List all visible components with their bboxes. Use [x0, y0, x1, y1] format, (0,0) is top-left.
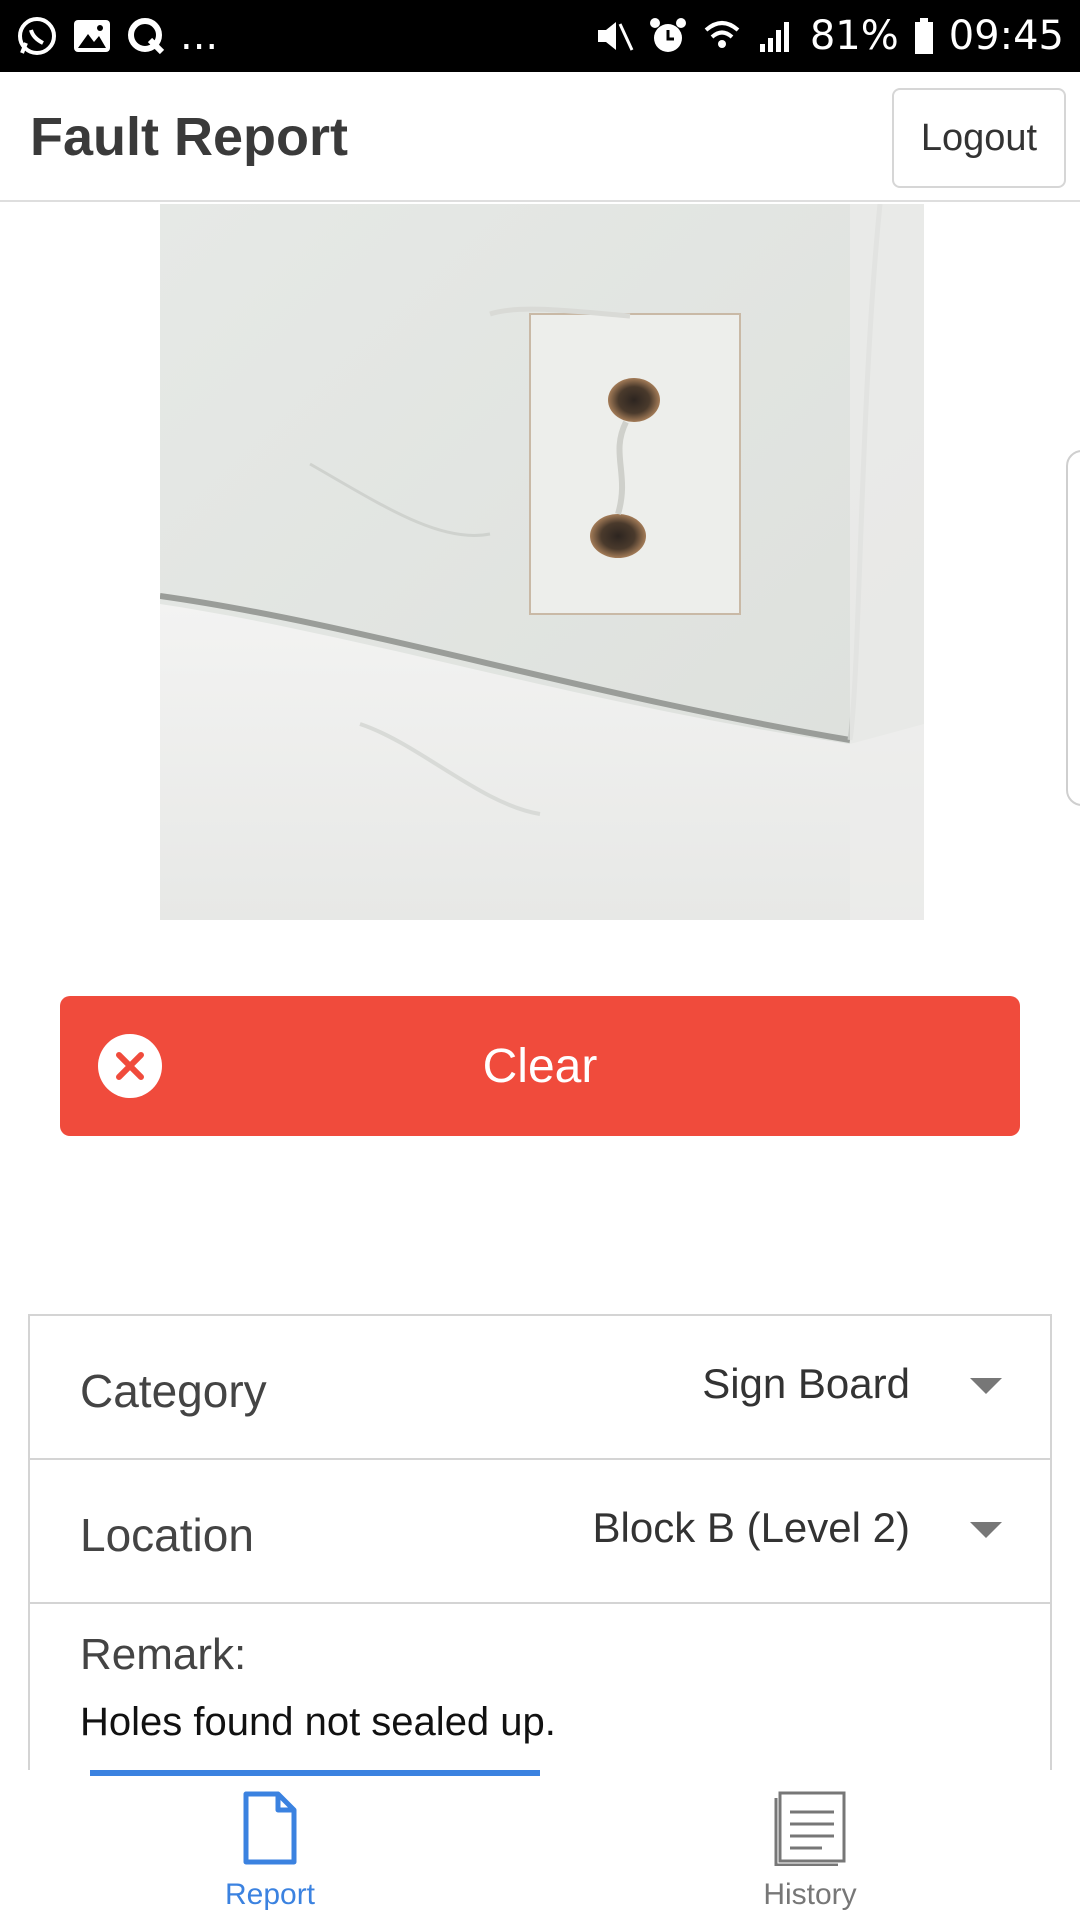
clear-button-label: Clear [482, 1039, 598, 1093]
category-value: Sign Board [702, 1360, 910, 1407]
category-select[interactable]: Category Sign Board [30, 1316, 1050, 1460]
alarm-icon [648, 16, 688, 56]
active-tab-indicator [90, 1770, 540, 1776]
close-circle-icon [98, 1034, 162, 1098]
page-title: Fault Report [30, 107, 348, 167]
location-select[interactable]: Location Block B (Level 2) [30, 1460, 1050, 1604]
tab-report-label: Report [224, 1878, 316, 1911]
clear-button[interactable]: Clear [60, 996, 1020, 1136]
wifi-icon [702, 16, 742, 56]
location-value: Block B (Level 2) [592, 1504, 910, 1551]
chevron-down-icon [970, 1378, 1002, 1394]
list-icon [772, 1790, 848, 1871]
bottom-nav: Report History [0, 1770, 1080, 1920]
side-panel-handle[interactable] [1066, 450, 1080, 806]
remark-label: Remark: [80, 1630, 247, 1679]
chevron-down-icon [970, 1522, 1002, 1538]
location-label: Location [80, 1509, 254, 1561]
app-header: Fault Report Logout [0, 72, 1080, 202]
gallery-icon [72, 16, 112, 56]
tab-history[interactable]: History [540, 1770, 1080, 1920]
logout-button[interactable]: Logout [892, 88, 1066, 188]
tab-report[interactable]: Report [0, 1770, 540, 1920]
fault-photo [160, 204, 924, 920]
signal-icon [756, 16, 796, 56]
status-bar: ... 81% 09:45 [0, 0, 1080, 72]
mute-icon [594, 16, 634, 56]
category-label: Category [80, 1365, 267, 1417]
remark-field[interactable]: Holes found not sealed up. [80, 1700, 556, 1745]
battery-percent: 81% [809, 13, 899, 59]
clock: 09:45 [948, 13, 1064, 59]
report-form: Category Sign Board Location Block B (Le… [28, 1314, 1052, 1774]
battery-icon [913, 16, 935, 56]
document-icon [240, 1790, 300, 1871]
q-app-icon [126, 16, 166, 56]
tab-history-label: History [763, 1878, 857, 1911]
whatsapp-icon [16, 15, 58, 57]
more-notifications: ... [180, 13, 219, 59]
